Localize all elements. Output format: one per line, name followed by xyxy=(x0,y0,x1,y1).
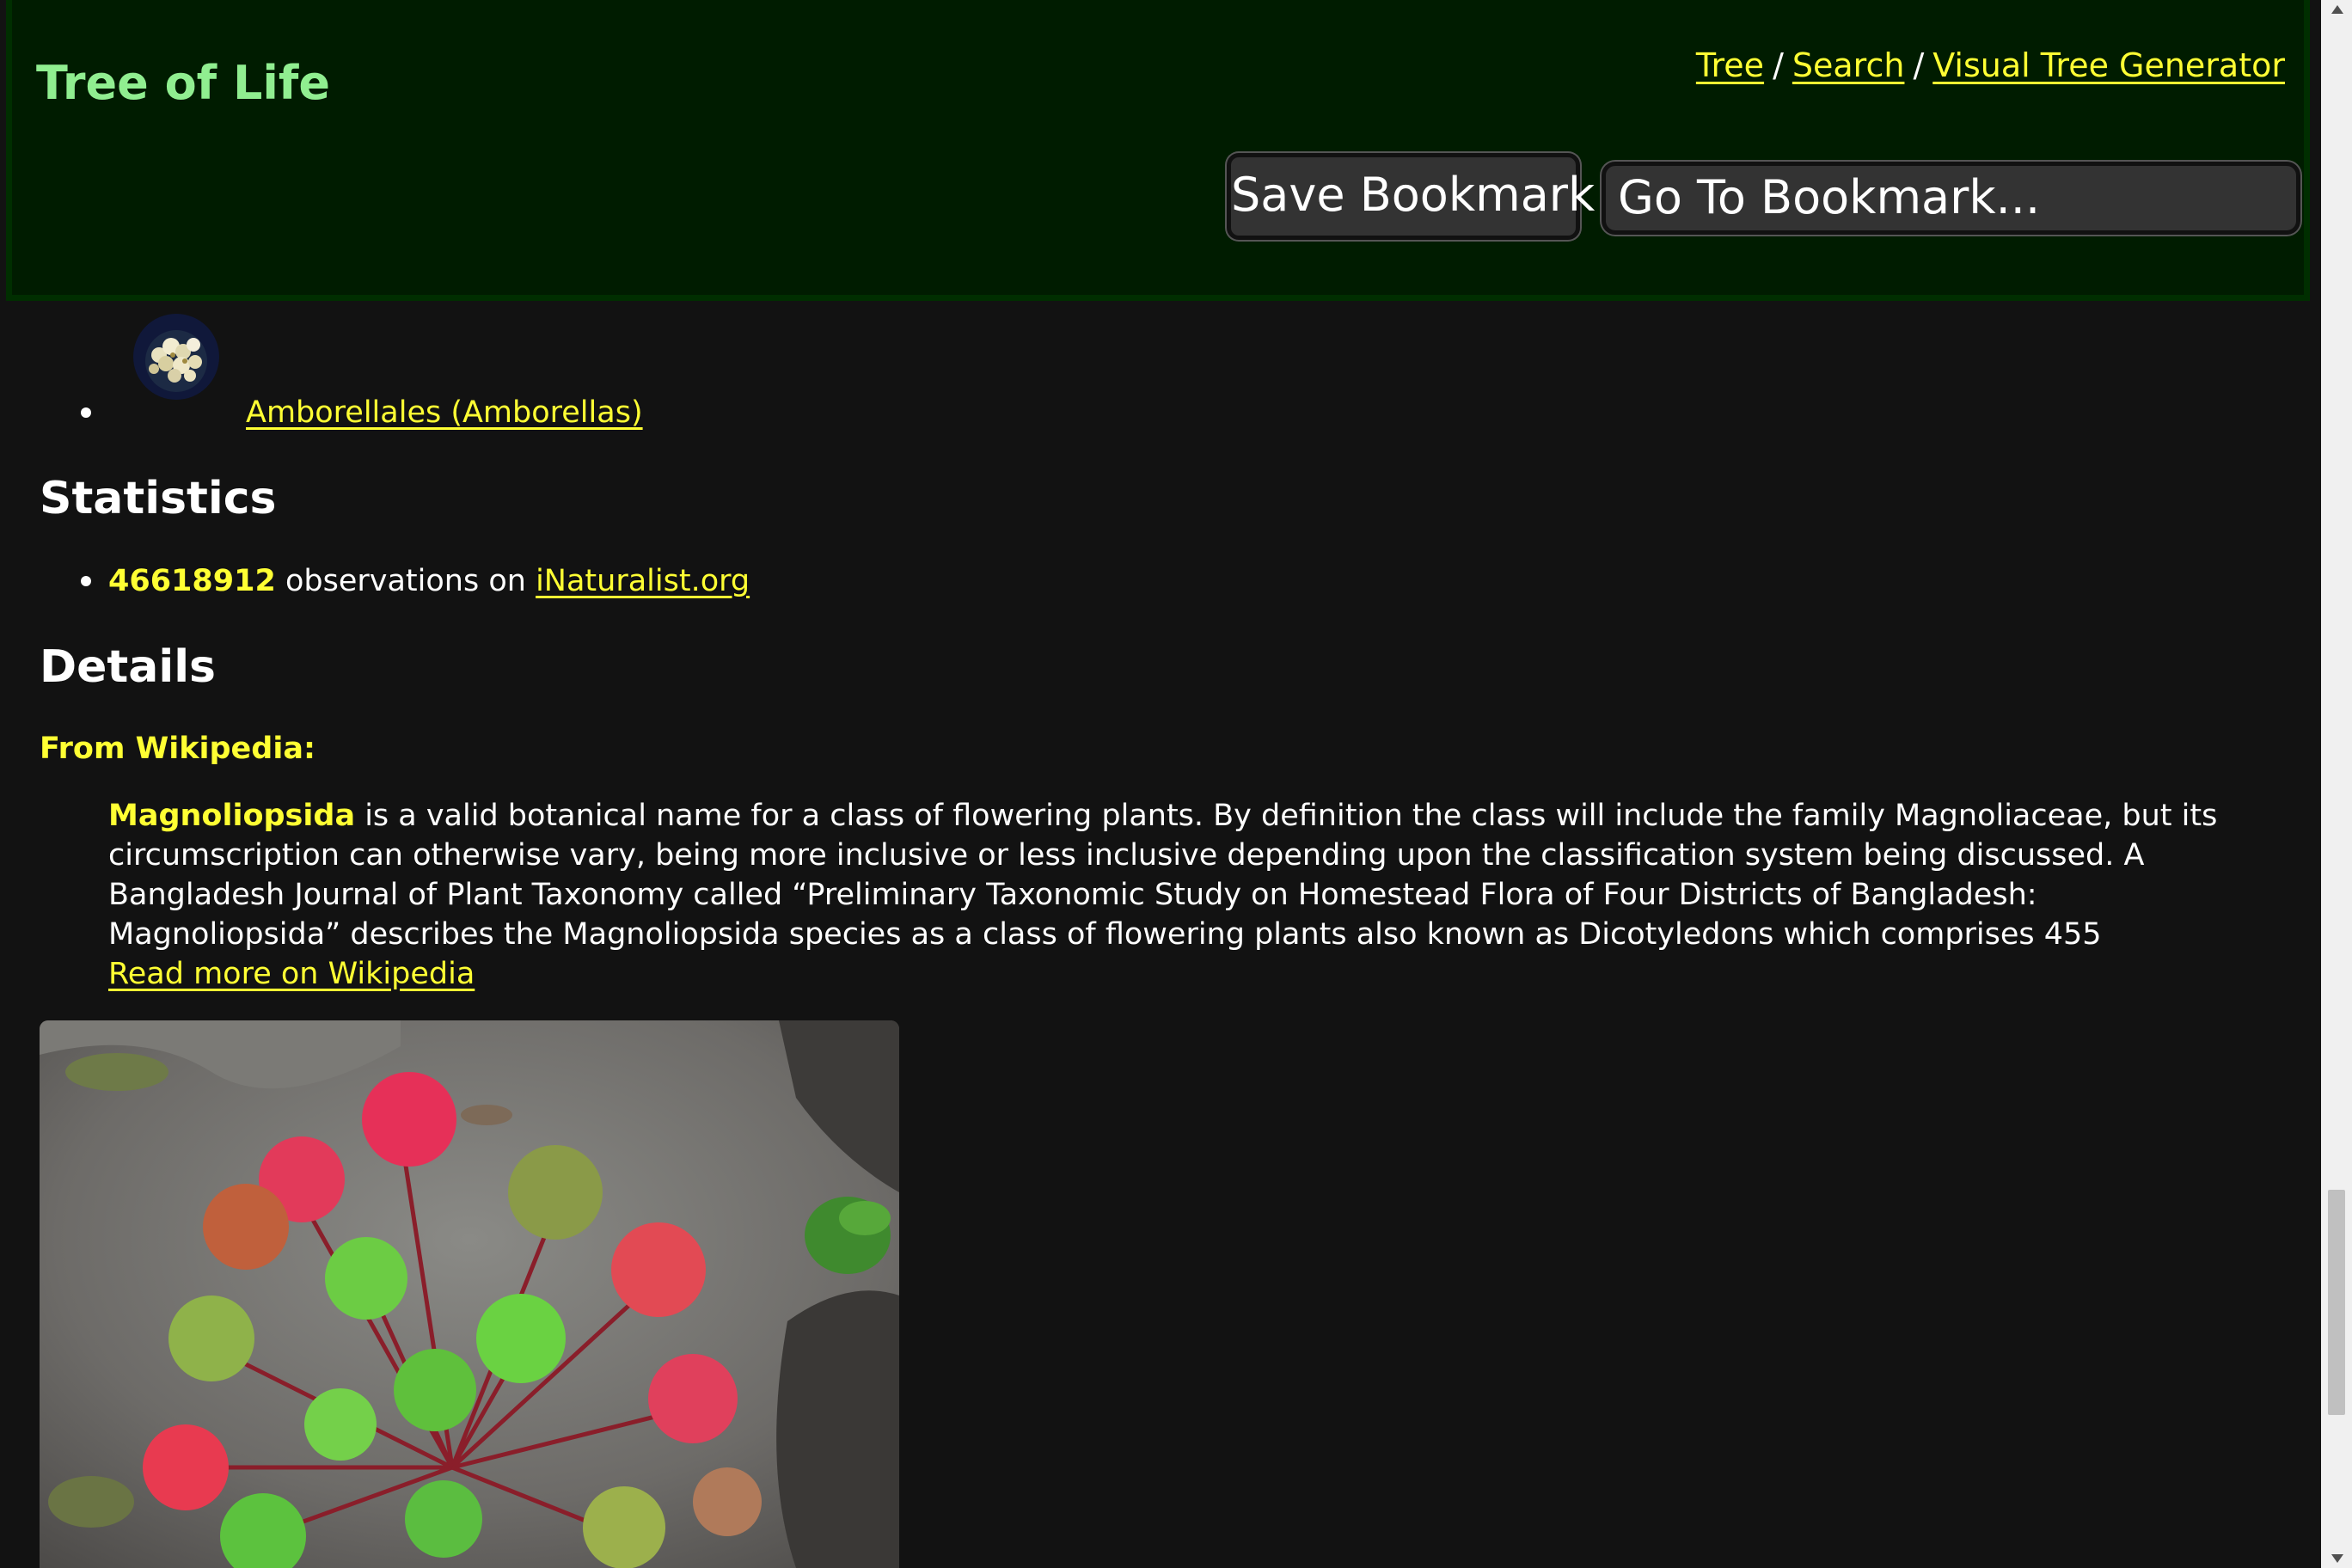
read-more-wikipedia-link[interactable]: Read more on Wikipedia xyxy=(108,954,475,994)
nav-link-visual-tree-generator[interactable]: Visual Tree Generator xyxy=(1932,46,2285,84)
from-wikipedia-label: From Wikipedia: xyxy=(40,732,315,766)
flower-cluster-thumbnail[interactable] xyxy=(133,314,219,400)
inaturalist-link[interactable]: iNaturalist.org xyxy=(536,564,750,598)
scroll-up-arrow-icon[interactable] xyxy=(2331,5,2343,14)
details-heading: Details xyxy=(40,641,216,693)
save-bookmark-button[interactable]: Save Bookmark xyxy=(1227,153,1595,240)
page: Tree of Life Tree / Search / Visual Tree Gen… xyxy=(0,0,2352,1568)
summary-text: is a valid botanical name for a class of… xyxy=(108,799,2218,952)
list-bullet xyxy=(81,576,91,586)
nav-separator: / xyxy=(1773,46,1784,84)
observations-stat: 46618912 observations on iNaturalist.org xyxy=(108,560,750,603)
observations-text: observations on xyxy=(285,564,526,598)
scroll-down-arrow-icon[interactable] xyxy=(2331,1554,2343,1563)
vertical-scrollbar[interactable] xyxy=(2321,0,2352,1568)
taxon-name: Magnoliopsida xyxy=(108,799,356,833)
nav-link-tree[interactable]: Tree xyxy=(1696,46,1764,84)
observations-count: 46618912 xyxy=(108,564,276,598)
go-to-bookmark-select[interactable]: Go To Bookmark... xyxy=(1602,162,2300,235)
list-bullet xyxy=(81,407,91,418)
child-taxon-link[interactable]: Amborellales (Amborellas) xyxy=(246,392,643,433)
site-title[interactable]: Tree of Life xyxy=(36,53,330,113)
top-nav: Tree / Search / Visual Tree Generator xyxy=(1696,43,2285,88)
taxon-photo xyxy=(40,1020,899,1568)
wikipedia-summary: Magnoliopsida is a valid botanical name … xyxy=(108,796,2232,954)
statistics-heading: Statistics xyxy=(40,473,277,524)
site-header: Tree of Life Tree / Search / Visual Tree Gen… xyxy=(6,0,2310,301)
nav-link-search[interactable]: Search xyxy=(1792,46,1905,84)
nav-separator: / xyxy=(1913,46,1925,84)
scrollbar-thumb[interactable] xyxy=(2328,1190,2345,1415)
